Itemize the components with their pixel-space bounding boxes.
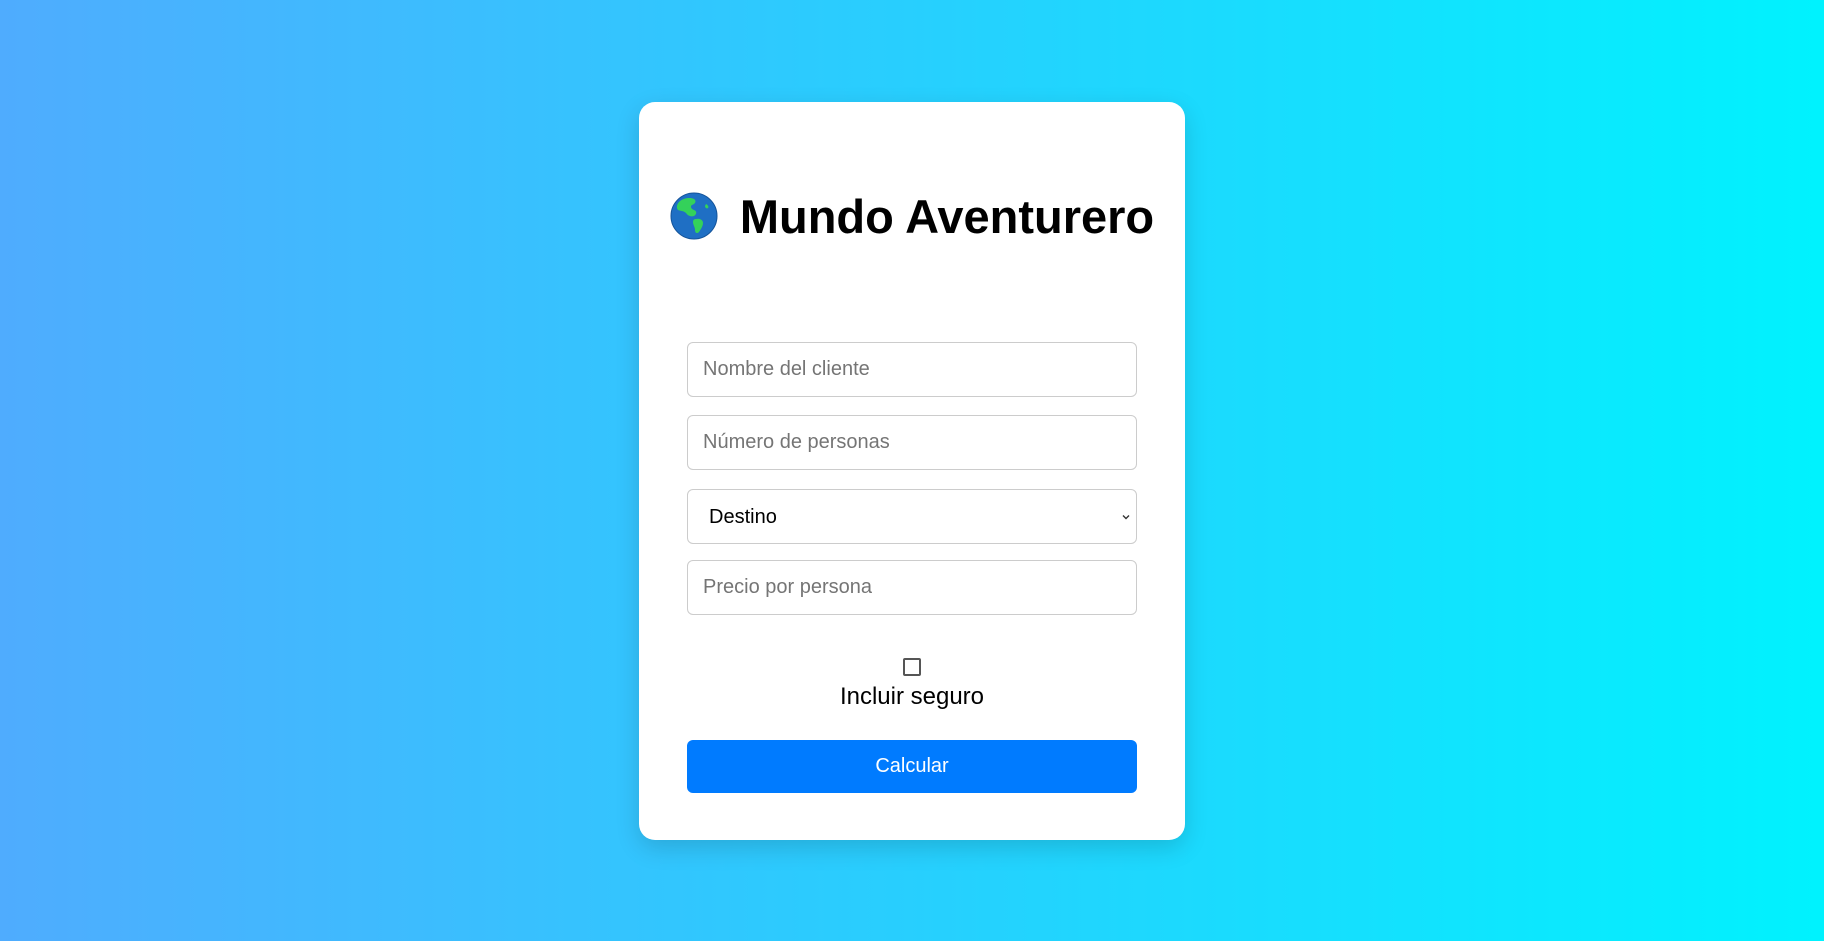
price-per-person-input[interactable] (687, 560, 1137, 615)
chevron-down-icon (1122, 515, 1130, 520)
globe-americas-icon (670, 192, 718, 240)
destination-select-value: Destino (709, 506, 777, 528)
client-name-input[interactable] (687, 342, 1137, 397)
app-title-text: Mundo Aventurero (739, 190, 1155, 243)
travel-form-card: Mundo Aventurero Destino Incluir seguro … (639, 102, 1185, 840)
insurance-checkbox[interactable] (903, 658, 921, 676)
insurance-checkbox-label: Incluir seguro (839, 683, 985, 710)
calculate-button[interactable]: Calcular (687, 740, 1137, 793)
people-count-input[interactable] (687, 415, 1137, 470)
destination-select[interactable]: Destino (687, 489, 1137, 544)
page-title: Mundo Aventurero (639, 188, 1185, 245)
